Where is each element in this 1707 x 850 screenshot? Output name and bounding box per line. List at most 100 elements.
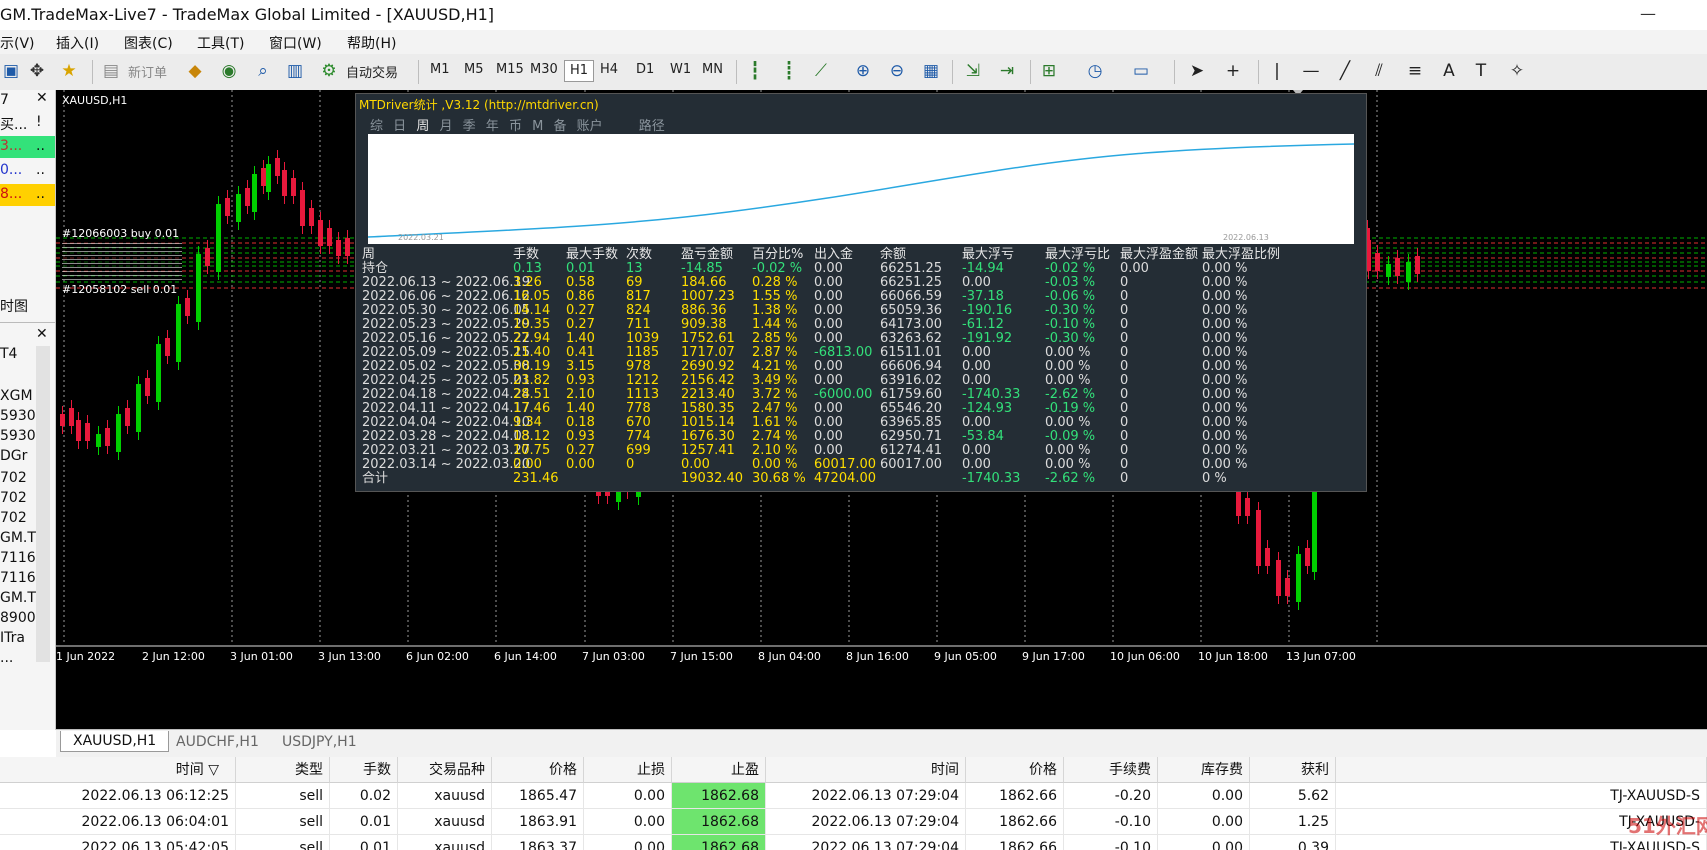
- trendline-icon[interactable]: ╱: [1334, 60, 1356, 82]
- chart-shift-icon[interactable]: ⇥: [996, 60, 1018, 82]
- table-cell[interactable]: 1.25: [1250, 809, 1336, 835]
- panel2-row[interactable]: ITra: [0, 630, 25, 646]
- table-cell[interactable]: 0.00: [1158, 835, 1250, 850]
- templates-icon[interactable]: ▭: [1130, 60, 1152, 82]
- column-header[interactable]: 时间: [766, 757, 966, 783]
- candlestick-icon[interactable]: ┋: [778, 60, 800, 82]
- table-cell[interactable]: 1863.91: [492, 809, 584, 835]
- table-cell[interactable]: 0.02: [330, 783, 398, 809]
- new-order-button[interactable]: 新订单: [128, 62, 167, 81]
- table-cell[interactable]: sell: [236, 809, 330, 835]
- panel2-row[interactable]: ...: [0, 650, 13, 666]
- scrollbar[interactable]: [36, 346, 50, 662]
- tab-quarter[interactable]: 季: [463, 119, 476, 134]
- menu-charts[interactable]: 图表(C): [124, 33, 173, 53]
- table-cell[interactable]: 1862.66: [966, 809, 1064, 835]
- tab-path[interactable]: 路径: [639, 119, 665, 134]
- menu-insert[interactable]: 插入(I): [56, 33, 99, 53]
- panel1-row[interactable]: 8...: [0, 186, 22, 202]
- tab-year[interactable]: 年: [486, 119, 499, 134]
- table-cell[interactable]: TJ-XAUUSD-S: [1336, 783, 1707, 809]
- tf-h4[interactable]: H4: [600, 62, 618, 77]
- menu-window[interactable]: 窗口(W): [269, 33, 322, 53]
- column-header[interactable]: 交易品种: [398, 757, 492, 783]
- indicators-icon[interactable]: ⊞: [1038, 60, 1060, 82]
- table-cell[interactable]: sell: [236, 835, 330, 850]
- column-header[interactable]: 止损: [584, 757, 672, 783]
- tf-d1[interactable]: D1: [636, 62, 654, 77]
- tab-summary[interactable]: 综: [370, 119, 383, 134]
- table-cell[interactable]: 0.39: [1250, 835, 1336, 850]
- table-cell[interactable]: 0.01: [330, 809, 398, 835]
- favorites-icon[interactable]: ★: [58, 60, 80, 82]
- panel2-row[interactable]: 702: [0, 470, 27, 486]
- fibonacci-icon[interactable]: ≡: [1404, 60, 1426, 82]
- tf-mn[interactable]: MN: [702, 62, 723, 77]
- tab-usdjpy-h1[interactable]: USDJPY,H1: [282, 734, 357, 750]
- table-cell[interactable]: 2022.06.13 07:29:04: [766, 835, 966, 850]
- tab-note[interactable]: 备: [553, 119, 566, 134]
- text-icon[interactable]: A: [1438, 60, 1460, 82]
- close-icon[interactable]: ✕: [36, 326, 48, 342]
- auto-trade-icon[interactable]: ⚙: [318, 60, 340, 82]
- column-header[interactable]: 获利: [1250, 757, 1336, 783]
- panel1-row[interactable]: 买...: [0, 114, 27, 134]
- arrows-icon[interactable]: ✧: [1506, 60, 1528, 82]
- line-chart-icon[interactable]: ⟋: [810, 60, 832, 82]
- panel2-row[interactable]: 702: [0, 490, 27, 506]
- column-header[interactable]: 手续费: [1064, 757, 1158, 783]
- table-cell[interactable]: 1862.68: [672, 835, 766, 850]
- table-cell[interactable]: 0.01: [330, 835, 398, 850]
- close-icon[interactable]: ✕: [36, 90, 48, 106]
- market-watch-icon[interactable]: ◆: [184, 60, 206, 82]
- auto-scroll-icon[interactable]: ⇲: [962, 60, 984, 82]
- table-cell[interactable]: xauusd: [398, 783, 492, 809]
- bar-chart-icon[interactable]: ┇: [744, 60, 766, 82]
- tab-week[interactable]: 周: [416, 119, 429, 134]
- menu-tools[interactable]: 工具(T): [197, 33, 244, 53]
- panel2-row[interactable]: 5930: [0, 428, 36, 444]
- table-cell[interactable]: sell: [236, 783, 330, 809]
- table-cell[interactable]: 0.00: [1158, 809, 1250, 835]
- tf-m15[interactable]: M15: [496, 62, 524, 77]
- panel2-row[interactable]: XGM: [0, 388, 33, 404]
- table-cell[interactable]: 1862.66: [966, 783, 1064, 809]
- column-header[interactable]: 手数: [330, 757, 398, 783]
- table-cell[interactable]: 1862.66: [966, 835, 1064, 850]
- panel1-row[interactable]: 0...: [0, 162, 22, 178]
- crosshair-move-icon[interactable]: ✥: [26, 60, 48, 82]
- panel2-row[interactable]: 7116: [0, 550, 36, 566]
- table-cell[interactable]: 1865.47: [492, 783, 584, 809]
- table-cell[interactable]: 2022.06.13 06:04:01: [0, 809, 236, 835]
- panel2-row[interactable]: GM.T: [0, 530, 36, 546]
- tf-m1[interactable]: M1: [430, 62, 450, 77]
- table-cell[interactable]: 1863.37: [492, 835, 584, 850]
- zoom-out-icon[interactable]: ⊖: [886, 60, 908, 82]
- zoom-in-icon[interactable]: ⊕: [852, 60, 874, 82]
- table-cell[interactable]: 0.00: [1158, 783, 1250, 809]
- column-header[interactable]: 止盈: [672, 757, 766, 783]
- panel2-row[interactable]: DGr: [0, 448, 27, 464]
- table-cell[interactable]: 5.62: [1250, 783, 1336, 809]
- table-cell[interactable]: xauusd: [398, 835, 492, 850]
- column-header[interactable]: 价格: [492, 757, 584, 783]
- column-header[interactable]: 库存费: [1158, 757, 1250, 783]
- panel2-row[interactable]: GM.T: [0, 590, 36, 606]
- navigator-icon[interactable]: ▥: [284, 60, 306, 82]
- minimize-icon[interactable]: —: [1640, 4, 1656, 23]
- tab-day[interactable]: 日: [393, 119, 406, 134]
- table-cell[interactable]: 2022.06.13 05:42:05: [0, 835, 236, 850]
- table-cell[interactable]: 2022.06.13 07:29:04: [766, 783, 966, 809]
- new-order-icon[interactable]: ▤: [100, 60, 122, 82]
- channel-icon[interactable]: ⫽: [1368, 60, 1390, 82]
- table-cell[interactable]: 0.00: [584, 809, 672, 835]
- table-cell[interactable]: 2022.06.13 07:29:04: [766, 809, 966, 835]
- panel2-row[interactable]: 8900: [0, 610, 36, 626]
- cursor-icon[interactable]: ➤: [1186, 60, 1208, 82]
- panel2-row[interactable]: 7116: [0, 570, 36, 586]
- tab-month[interactable]: 月: [439, 119, 452, 134]
- tab-audchf-h1[interactable]: AUDCHF,H1: [176, 734, 259, 750]
- panel2-row[interactable]: 702: [0, 510, 27, 526]
- auto-trade-button[interactable]: 自动交易: [346, 62, 398, 81]
- horizontal-line-icon[interactable]: —: [1300, 60, 1322, 82]
